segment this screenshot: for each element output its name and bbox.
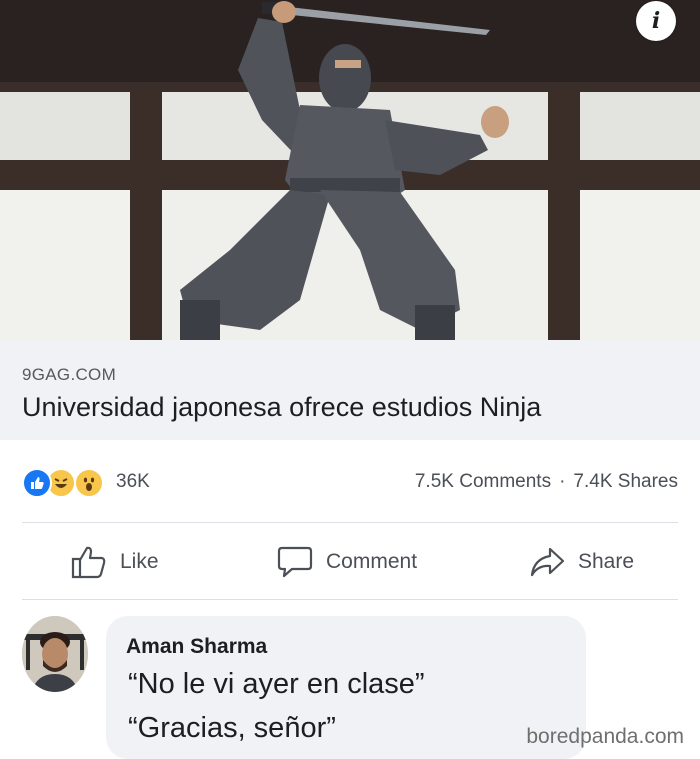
separator-dot: · [559,471,566,492]
info-icon: i [651,8,661,34]
reaction-count[interactable]: 36K [116,471,150,493]
comment-count[interactable]: 7.5K Comments [415,471,551,493]
reaction-stats: 36K 7.5K Comments · 7.4K Shares [0,455,700,511]
share-label: Share [578,550,635,573]
action-bar: Like Comment Share [0,528,700,594]
comment-bubble-icon [277,546,313,578]
comment-line-1: “No le vi ayer en clase” [128,668,425,700]
watermark: boredpanda.com [526,725,684,748]
link-preview[interactable]: 9GAG.COM Universidad japonesa ofrece est… [0,340,700,440]
comment-button[interactable]: Comment [276,542,417,582]
like-label: Like [120,550,159,573]
share-arrow-icon [530,547,565,577]
wow-reaction-icon [74,468,104,498]
like-reaction-icon [22,468,52,498]
share-count[interactable]: 7.4K Shares [573,471,678,493]
avatar[interactable] [22,616,88,692]
actions-divider [22,599,678,600]
comment-line-2: “Gracias, señor” [128,712,336,744]
link-domain: 9GAG.COM [22,365,117,384]
thumbs-up-icon [71,546,106,579]
engagement-counts: 7.5K Comments · 7.4K Shares [415,471,678,493]
comment-author[interactable]: Aman Sharma [126,635,267,659]
ninja-photo [0,0,700,340]
reaction-icons[interactable] [22,468,110,498]
comment-bubble: Aman Sharma “No le vi ayer en clase” “Gr… [106,616,586,759]
like-button[interactable]: Like [70,542,159,582]
share-button[interactable]: Share [528,542,634,582]
post-image[interactable]: i [0,0,700,340]
info-button[interactable]: i [636,1,676,41]
stats-divider [22,522,678,523]
link-title[interactable]: Universidad japonesa ofrece estudios Nin… [22,392,541,423]
comment-label: Comment [326,550,418,573]
